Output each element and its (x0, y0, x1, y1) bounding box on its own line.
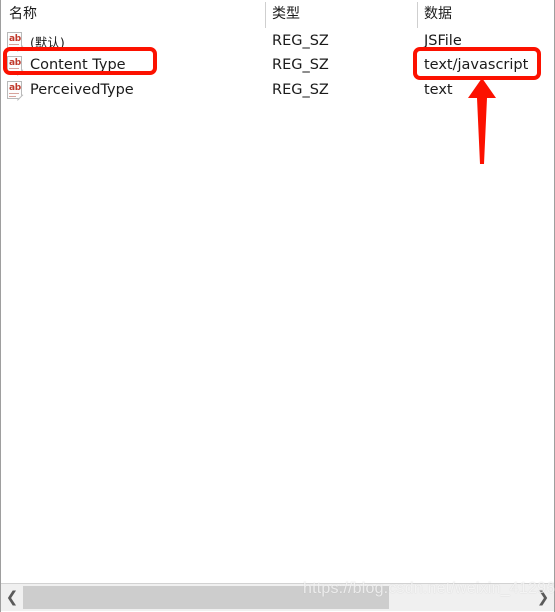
scroll-right-arrow-icon[interactable]: ❯ (532, 584, 554, 611)
value-name: (默认) (30, 35, 65, 50)
column-header-row: 名称 类型 数据 (1, 0, 554, 29)
string-value-ab-icon: ab (7, 81, 29, 106)
value-data: text/javascript (424, 57, 529, 73)
scrollbar-thumb[interactable] (23, 586, 389, 609)
string-value-ab-icon: ab (7, 32, 29, 57)
value-data: text (424, 82, 453, 98)
value-type: REG_SZ (272, 33, 329, 49)
string-value-ab-icon: ab (7, 56, 29, 81)
scroll-left-arrow-icon[interactable]: ❮ (1, 584, 23, 611)
column-header-type[interactable]: 类型 (272, 5, 300, 23)
ab-icon-label: ab (9, 58, 21, 68)
registry-values-pane: 名称 类型 数据 ab (默认) REG_SZ JSFile ab Conten… (0, 0, 555, 612)
column-header-data[interactable]: 数据 (424, 5, 452, 23)
column-divider-type-data[interactable] (417, 2, 418, 28)
column-header-name[interactable]: 名称 (9, 5, 37, 23)
value-type: REG_SZ (272, 82, 329, 98)
table-row[interactable]: ab Content Type REG_SZ text/javascript (1, 53, 554, 81)
column-divider-name-type[interactable] (265, 2, 266, 28)
value-type: REG_SZ (272, 57, 329, 73)
horizontal-scrollbar[interactable]: ❮ ❯ (1, 583, 554, 611)
table-row[interactable]: ab PerceivedType REG_SZ text (1, 78, 554, 106)
ab-icon-label: ab (9, 83, 21, 93)
values-list: ab (默认) REG_SZ JSFile ab Content Type RE… (1, 29, 554, 582)
ab-icon-label: ab (9, 34, 21, 44)
value-data: JSFile (424, 33, 462, 49)
value-name: PerceivedType (30, 82, 134, 98)
value-name: Content Type (30, 57, 126, 73)
table-row[interactable]: ab (默认) REG_SZ JSFile (1, 29, 554, 57)
